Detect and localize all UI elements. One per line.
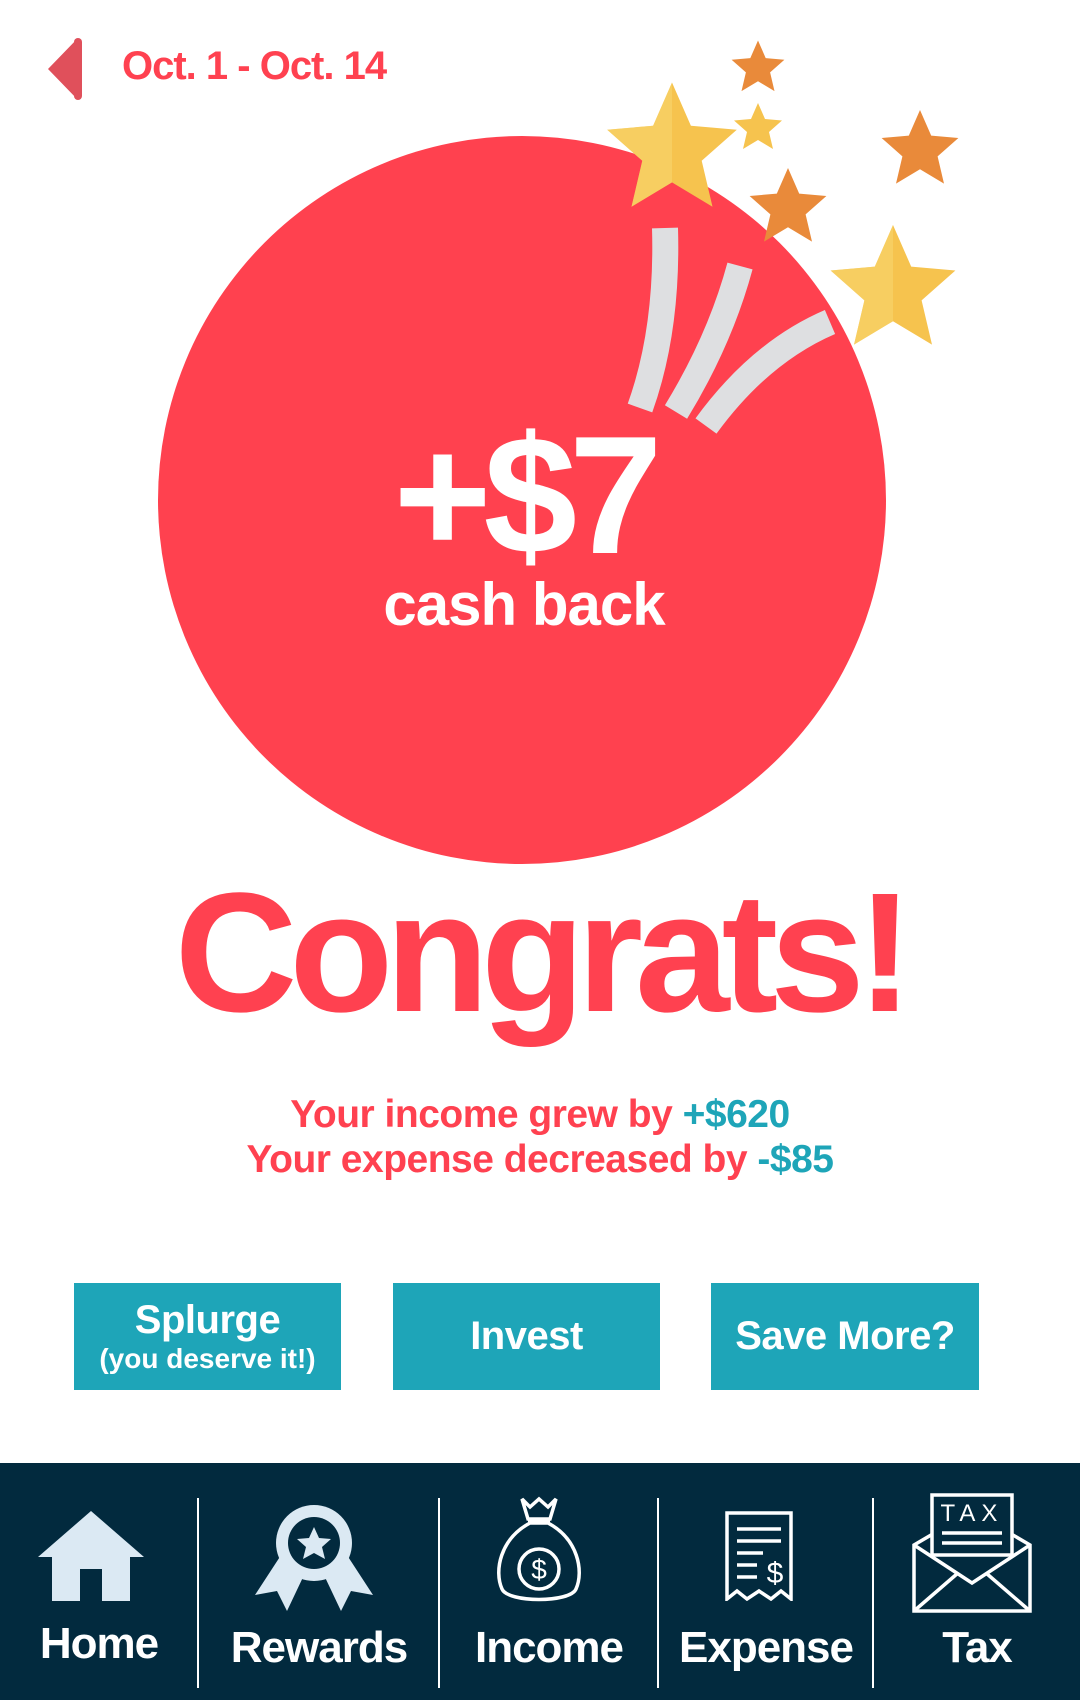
nav-item-rewards[interactable]: Rewards [199, 1463, 439, 1700]
income-line: Your income grew by +$620 [0, 1092, 1080, 1137]
bottom-nav: Home Rewards $ Income $ Expense TAX Tax [0, 1463, 1080, 1700]
splurge-button-sublabel: (you deserve it!) [99, 1343, 316, 1374]
congrats-headline: Congrats! [174, 858, 914, 1048]
income-value: +$620 [682, 1093, 791, 1136]
nav-item-expense[interactable]: $ Expense [659, 1463, 873, 1700]
nav-item-income[interactable]: $ Income [440, 1463, 658, 1700]
star-icon [731, 40, 785, 92]
cash-back-label: cash back [383, 571, 665, 638]
cash-back-amount: +$7 [393, 401, 663, 589]
splurge-button[interactable]: Splurge (you deserve it!) [74, 1283, 341, 1390]
invest-button[interactable]: Invest [393, 1283, 660, 1390]
svg-text:$: $ [767, 1557, 784, 1590]
tax-envelope-icon: TAX [912, 1493, 1032, 1613]
receipt-icon: $ [725, 1511, 793, 1601]
nav-item-home[interactable]: Home [0, 1463, 198, 1700]
nav-item-tax[interactable]: TAX Tax [874, 1463, 1080, 1700]
expense-text: Your expense decreased by [246, 1138, 748, 1181]
nav-label-income: Income [474, 1623, 624, 1672]
star-icon [881, 110, 959, 184]
nav-label-expense: Expense [679, 1623, 854, 1672]
save-more-button[interactable]: Save More? [711, 1283, 979, 1390]
invest-button-label: Invest [470, 1314, 583, 1358]
award-ribbon-icon [255, 1505, 373, 1611]
summary-stats: Your income grew by +$620 Your expense d… [0, 1092, 1080, 1182]
home-icon [38, 1511, 144, 1601]
svg-text:$: $ [531, 1554, 547, 1585]
nav-label-rewards: Rewards [230, 1623, 408, 1672]
splurge-button-label: Splurge [134, 1298, 281, 1342]
expense-value: -$85 [757, 1138, 834, 1181]
money-bag-icon: $ [497, 1496, 581, 1602]
star-icon [734, 103, 782, 149]
save-more-button-label: Save More? [735, 1314, 955, 1358]
star-icon [830, 225, 956, 345]
nav-label-tax: Tax [942, 1623, 1013, 1672]
nav-label-home: Home [39, 1619, 159, 1668]
svg-text:TAX: TAX [941, 1500, 1004, 1527]
reward-text: +$7 cash back [160, 401, 888, 639]
expense-line: Your expense decreased by -$85 [0, 1137, 1080, 1182]
income-text: Your income grew by [290, 1093, 673, 1136]
